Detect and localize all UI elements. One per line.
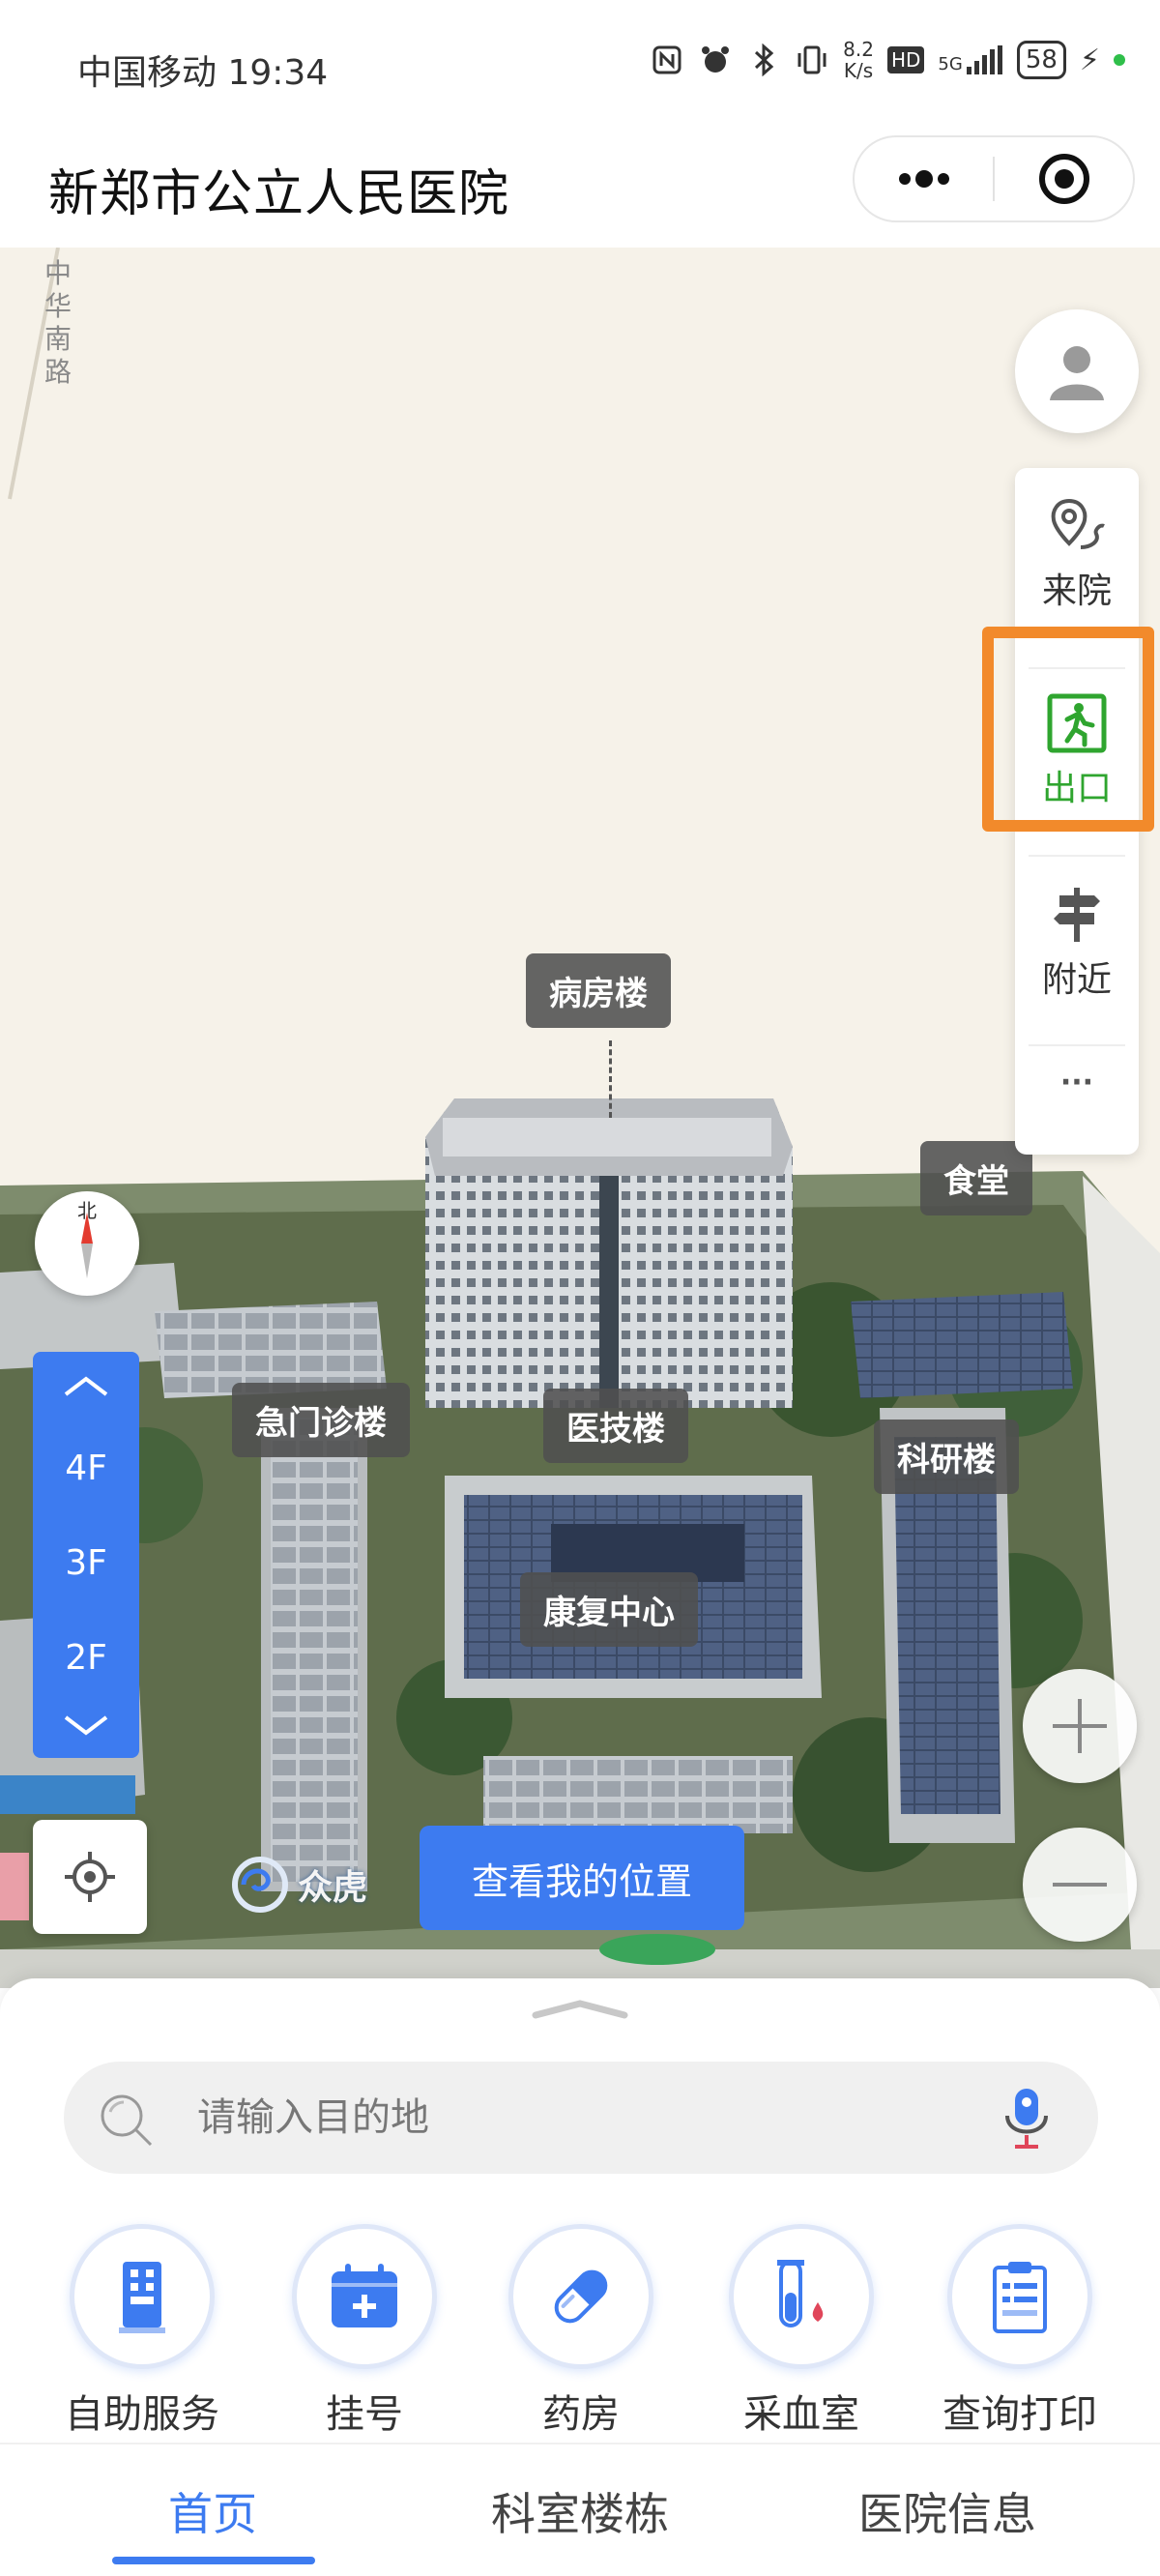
compass-needle-icon [81, 1213, 93, 1278]
search-input[interactable] [197, 2062, 990, 2174]
bottom-nav: 首页 科室楼栋 医院信息 [0, 2443, 1160, 2576]
location-route-icon [1051, 498, 1105, 549]
quick-action-label: 查询打印 [942, 2392, 1097, 2437]
floor-down-button[interactable] [33, 1696, 139, 1754]
side-item-nearby[interactable]: 附近 [1015, 884, 1139, 1002]
battery-level: 58 [1016, 41, 1066, 79]
quick-action-query-print[interactable]: 查询打印 [928, 2224, 1112, 2439]
speed-unit: K/s [843, 59, 874, 82]
minus-icon [1053, 1883, 1107, 1887]
more-dots-icon [898, 170, 949, 188]
side-item-label: 来院 [1041, 571, 1112, 611]
more-button[interactable] [855, 137, 993, 220]
building-label-medtech[interactable]: 医技楼 [543, 1389, 688, 1463]
crosshair-icon [65, 1852, 115, 1902]
building-label-rehab[interactable]: 康复中心 [520, 1572, 698, 1647]
kiosk-icon [119, 2262, 165, 2333]
exit-highlight-box [982, 627, 1154, 832]
page-title: 新郑市公立人民医院 [48, 165, 510, 223]
compass[interactable]: 北 [35, 1191, 139, 1296]
test-tube-icon [777, 2260, 824, 2327]
swirl-logo-icon [232, 1857, 288, 1913]
search-icon [101, 2094, 153, 2147]
user-avatar-button[interactable] [1015, 309, 1139, 433]
privacy-dot [1114, 54, 1125, 66]
map-provider-logo: 众虎 [228, 1853, 367, 1917]
user-icon [1050, 346, 1104, 400]
microphone-icon[interactable] [1000, 2087, 1054, 2151]
quick-action-circle [292, 2224, 437, 2369]
street-label: 中华南路 [44, 257, 72, 388]
quick-action-pharmacy[interactable]: 药房 [489, 2224, 673, 2439]
building-label-emergency[interactable]: 急门诊楼 [232, 1383, 410, 1457]
quick-action-circle [70, 2224, 215, 2369]
map-background [0, 248, 1160, 1988]
calendar-plus-icon [332, 2264, 397, 2327]
status-bar: 中国移动 19:34 8.2 K/s HD 5G 58 ⚡ [0, 0, 1160, 135]
bottom-sheet: 自助服务 挂号 药房 采血室 查询打印 [0, 1978, 1160, 2443]
status-icons: 8.2 K/s HD 5G 58 ⚡ [650, 39, 1125, 81]
side-divider [1029, 1044, 1125, 1046]
nfc-icon [650, 43, 684, 77]
quick-action-self-service[interactable]: 自助服务 [50, 2224, 234, 2439]
tab-departments[interactable]: 科室楼栋 [425, 2444, 735, 2576]
search-bar[interactable] [64, 2062, 1098, 2174]
quick-action-circle [729, 2224, 874, 2369]
quick-action-label: 采血室 [743, 2392, 859, 2437]
ward-label-leader [609, 1040, 612, 1118]
chevron-down-icon [64, 1715, 108, 1736]
floor-3f[interactable]: 3F [33, 1543, 139, 1583]
signal-icon: 5G [938, 45, 1002, 74]
title-bar: 新郑市公立人民医院 [0, 135, 1160, 248]
quick-action-label: 自助服务 [65, 2392, 219, 2437]
target-circle-icon [1038, 154, 1089, 204]
campus-map[interactable]: 中华南路 病房楼 食堂 急门诊楼 医技楼 科研楼 康复中心 来院 出口 附近 ·… [0, 248, 1160, 1988]
clipboard-icon [993, 2262, 1047, 2333]
carrier-time: 中国移动 19:34 [77, 53, 329, 93]
floor-selector: 4F 3F 2F [33, 1352, 139, 1758]
pill-capsule-icon [554, 2269, 608, 2324]
quick-action-register[interactable]: 挂号 [273, 2224, 456, 2439]
quick-action-circle [947, 2224, 1092, 2369]
view-my-position-button[interactable]: 查看我的位置 [420, 1826, 744, 1930]
zoom-out-button[interactable] [1023, 1828, 1137, 1942]
quick-action-label: 药房 [542, 2392, 620, 2437]
side-divider [1029, 855, 1125, 857]
floor-4f[interactable]: 4F [33, 1449, 139, 1488]
quick-action-circle [508, 2224, 653, 2369]
building-label-canteen[interactable]: 食堂 [920, 1141, 1032, 1215]
floor-up-button[interactable] [33, 1358, 139, 1416]
charging-icon: ⚡ [1079, 43, 1100, 77]
logo-text: 众虎 [298, 1868, 368, 1908]
speed-value: 8.2 [843, 38, 874, 61]
more-icon: ··· [1059, 1066, 1094, 1099]
floor-2f[interactable]: 2F [33, 1638, 139, 1678]
network-speed: 8.2 K/s [843, 39, 874, 81]
sheet-handle-icon[interactable] [532, 2000, 628, 2019]
quick-action-label: 挂号 [326, 2392, 403, 2437]
side-item-arrive[interactable]: 来院 [1015, 495, 1139, 613]
chevron-up-icon [64, 1376, 108, 1396]
side-item-label: 附近 [1041, 960, 1112, 1000]
quick-action-blood-draw[interactable]: 采血室 [710, 2224, 893, 2439]
mini-program-capsule [853, 135, 1135, 222]
hd-badge: HD [886, 46, 925, 73]
bluetooth-icon [746, 43, 781, 77]
network-type: 5G [938, 54, 963, 74]
alarm-icon [698, 43, 733, 77]
locate-button[interactable] [33, 1820, 147, 1934]
zoom-in-button[interactable] [1023, 1669, 1137, 1783]
building-label-research[interactable]: 科研楼 [874, 1420, 1019, 1494]
signpost-icon [1054, 888, 1100, 942]
active-tab-indicator [112, 2557, 315, 2564]
vibrate-icon [795, 43, 829, 77]
building-label-ward[interactable]: 病房楼 [526, 953, 671, 1028]
tab-hospital-info[interactable]: 医院信息 [793, 2444, 1102, 2576]
plus-icon [1053, 1699, 1107, 1753]
close-miniprogram-button[interactable] [995, 137, 1133, 220]
side-item-more[interactable]: ··· [1015, 1060, 1139, 1099]
